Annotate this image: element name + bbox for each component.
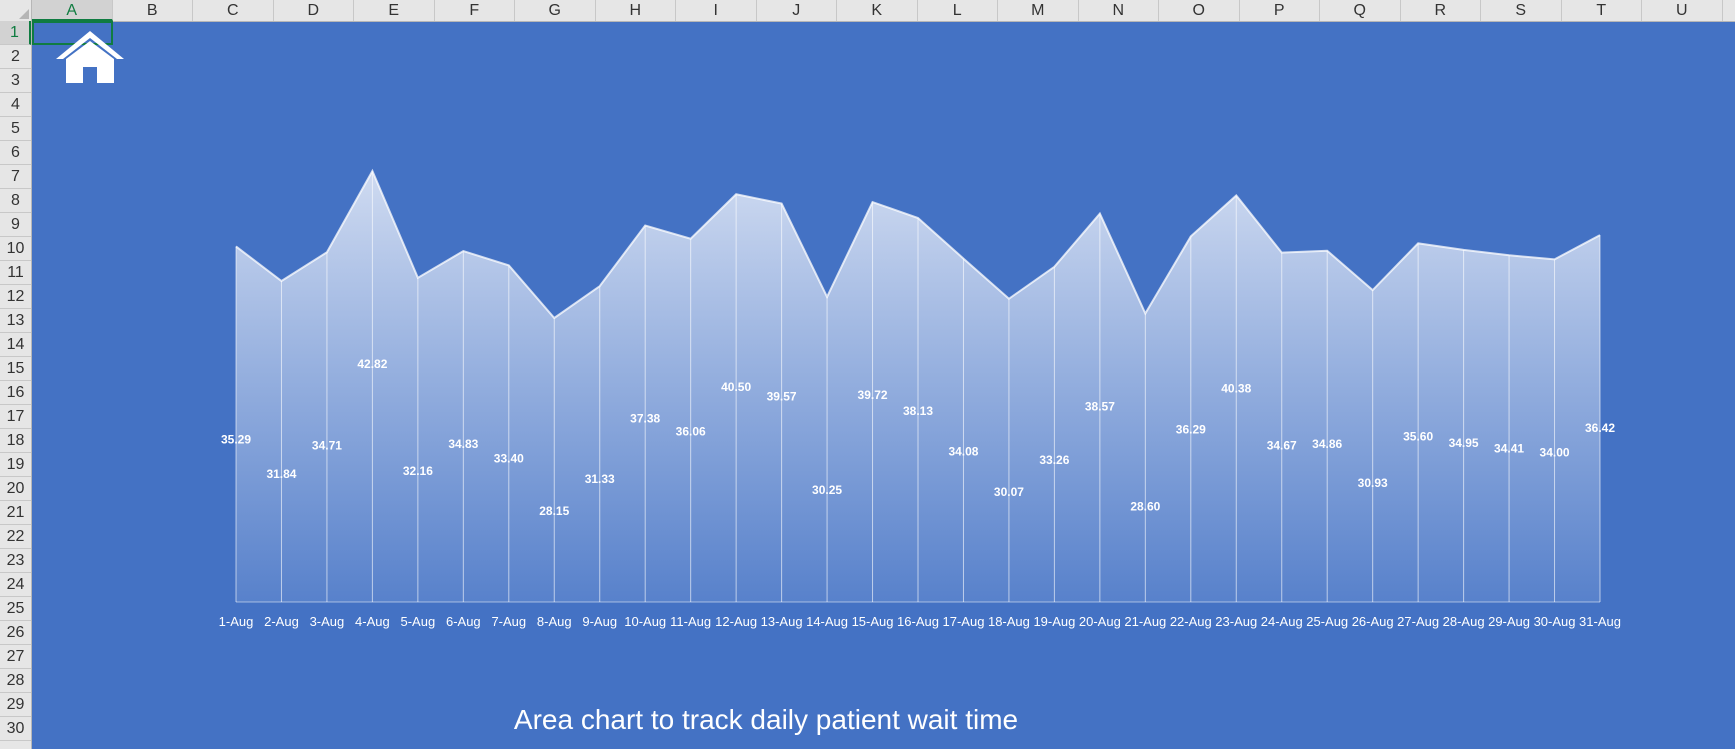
x-tick-label: 6-Aug bbox=[446, 614, 481, 629]
x-tick-label: 17-Aug bbox=[943, 614, 985, 629]
x-tick-label: 18-Aug bbox=[988, 614, 1030, 629]
x-tick-label: 27-Aug bbox=[1397, 614, 1439, 629]
data-label: 32.16 bbox=[403, 464, 433, 478]
data-label: 28.15 bbox=[539, 504, 569, 518]
data-label: 31.33 bbox=[585, 472, 615, 486]
x-tick-label: 21-Aug bbox=[1124, 614, 1166, 629]
x-tick-label: 26-Aug bbox=[1352, 614, 1394, 629]
x-tick-label: 10-Aug bbox=[624, 614, 666, 629]
data-label: 40.38 bbox=[1221, 381, 1251, 395]
data-label: 34.00 bbox=[1540, 445, 1570, 459]
x-tick-label: 13-Aug bbox=[761, 614, 803, 629]
x-tick-label: 4-Aug bbox=[355, 614, 390, 629]
data-label: 34.71 bbox=[312, 438, 342, 452]
data-label: 35.29 bbox=[221, 432, 251, 446]
x-tick-label: 19-Aug bbox=[1033, 614, 1075, 629]
x-tick-label: 12-Aug bbox=[715, 614, 757, 629]
data-label: 30.93 bbox=[1358, 476, 1388, 490]
area-chart: 35.29 31.84 34.71 42.82 32.16 34.83 33.40 28.15… bbox=[219, 168, 1621, 629]
x-tick-label: 5-Aug bbox=[401, 614, 436, 629]
data-label: 34.95 bbox=[1449, 436, 1479, 450]
data-label: 34.67 bbox=[1267, 439, 1297, 453]
x-tick-label: 2-Aug bbox=[264, 614, 299, 629]
x-tick-label: 22-Aug bbox=[1170, 614, 1212, 629]
x-tick-label: 30-Aug bbox=[1534, 614, 1576, 629]
data-label: 42.82 bbox=[357, 357, 387, 371]
x-tick-label: 16-Aug bbox=[897, 614, 939, 629]
x-tick-label: 29-Aug bbox=[1488, 614, 1530, 629]
data-label: 37.38 bbox=[630, 412, 660, 426]
data-label: 38.57 bbox=[1085, 400, 1115, 414]
x-tick-label: 25-Aug bbox=[1306, 614, 1348, 629]
data-label: 34.08 bbox=[948, 445, 978, 459]
x-tick-label: 7-Aug bbox=[491, 614, 526, 629]
data-label: 36.06 bbox=[676, 425, 706, 439]
data-label: 31.84 bbox=[266, 467, 296, 481]
x-tick-label: 3-Aug bbox=[310, 614, 345, 629]
x-tick-label: 11-Aug bbox=[670, 614, 711, 629]
data-label: 39.72 bbox=[858, 388, 888, 402]
data-label: 38.13 bbox=[903, 404, 933, 418]
data-label: 39.57 bbox=[767, 390, 797, 404]
x-tick-label: 31-Aug bbox=[1579, 614, 1621, 629]
x-tick-label: 20-Aug bbox=[1079, 614, 1121, 629]
data-label: 30.07 bbox=[994, 485, 1024, 499]
data-label: 35.60 bbox=[1403, 429, 1433, 443]
data-label: 34.86 bbox=[1312, 437, 1342, 451]
x-tick-label: 28-Aug bbox=[1443, 614, 1485, 629]
data-label: 33.40 bbox=[494, 451, 524, 465]
x-tick-label: 1-Aug bbox=[219, 614, 254, 629]
x-tick-label: 24-Aug bbox=[1261, 614, 1303, 629]
data-label: 36.29 bbox=[1176, 422, 1206, 436]
x-tick-label: 23-Aug bbox=[1215, 614, 1257, 629]
data-label: 36.42 bbox=[1585, 421, 1615, 435]
data-label: 33.26 bbox=[1039, 453, 1069, 467]
data-label: 34.83 bbox=[448, 437, 478, 451]
x-tick-label: 14-Aug bbox=[806, 614, 848, 629]
x-tick-label: 15-Aug bbox=[852, 614, 894, 629]
chart-title: Area chart to track daily patient wait t… bbox=[513, 704, 1019, 735]
x-tick-label: 9-Aug bbox=[582, 614, 617, 629]
data-label: 28.60 bbox=[1130, 499, 1160, 513]
data-label: 34.41 bbox=[1494, 441, 1524, 455]
x-tick-label: 8-Aug bbox=[537, 614, 572, 629]
data-label: 30.25 bbox=[812, 483, 842, 497]
data-label: 40.50 bbox=[721, 380, 751, 394]
